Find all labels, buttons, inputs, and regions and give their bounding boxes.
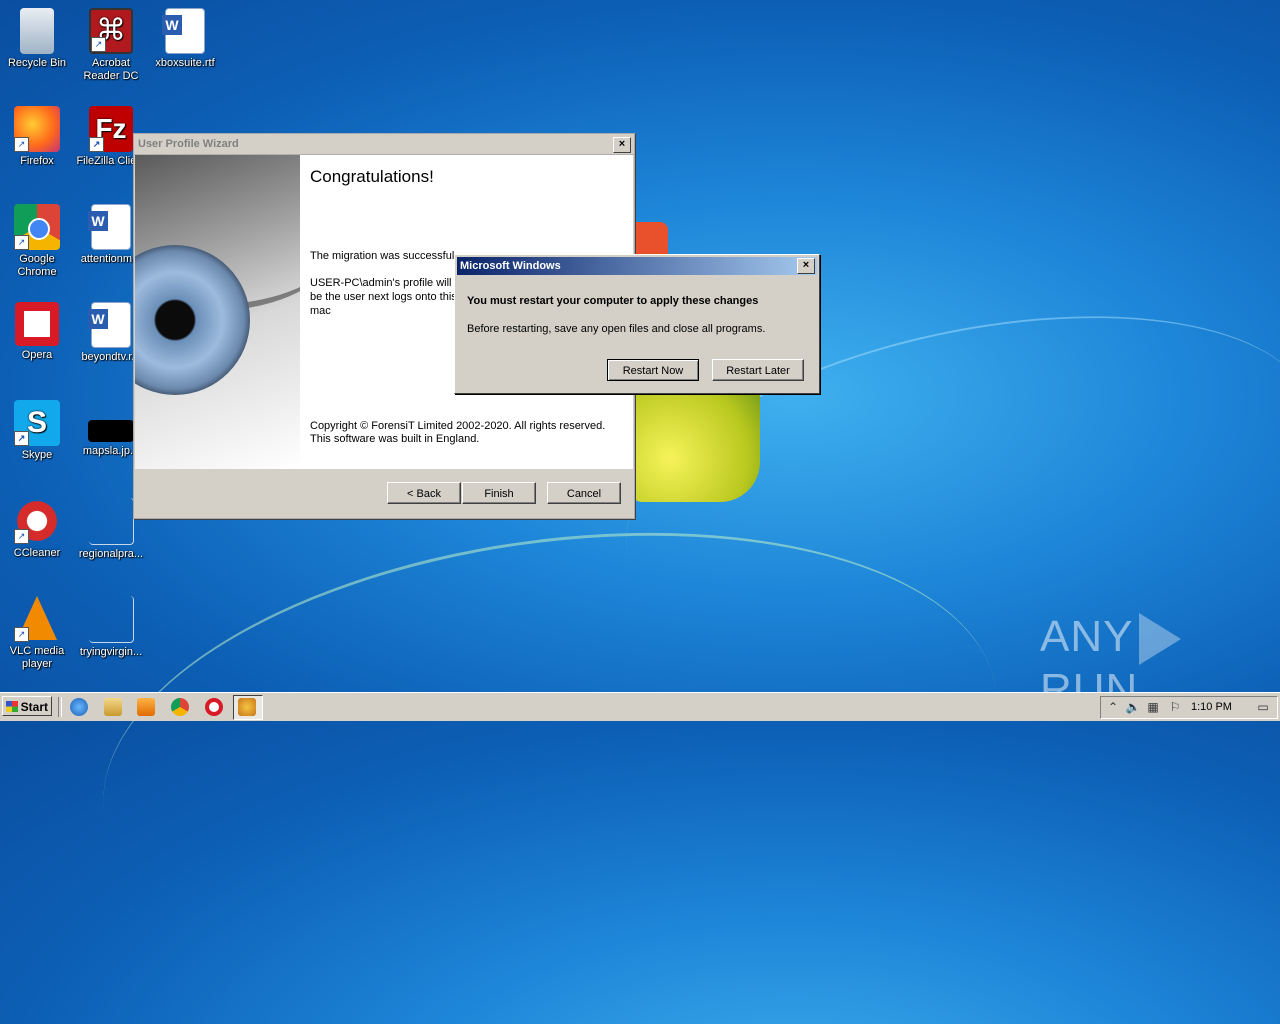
taskbar-separator (58, 697, 62, 717)
internet-explorer-icon[interactable] (70, 698, 88, 716)
desktop-icon-firefox[interactable]: ↗ Firefox (0, 106, 74, 168)
recycle-bin-icon (20, 8, 54, 54)
desktop-icon-label: Google Chrome (17, 253, 57, 278)
dialog-titlebar[interactable]: Microsoft Windows × (457, 257, 817, 275)
image-file-icon (88, 420, 134, 442)
desktop-icon-recycle-bin[interactable]: Recycle Bin (0, 8, 74, 70)
wizard-app-icon (238, 698, 256, 716)
explorer-folder-icon[interactable] (104, 698, 122, 716)
desktop-icon-label: tryingvirgin... (79, 646, 143, 658)
opera-icon[interactable] (205, 698, 223, 716)
blank-file-icon (88, 498, 134, 545)
restart-now-button[interactable]: Restart Now (607, 359, 699, 381)
wizard-close-button[interactable]: × (613, 137, 631, 153)
dialog-body: Before restarting, save any open files a… (467, 323, 766, 335)
show-hidden-icons-icon[interactable]: ⌃ (1105, 699, 1121, 715)
volume-icon[interactable]: 🔈 (1125, 699, 1141, 715)
filezilla-icon: Fz ↗ (89, 106, 133, 152)
wizard-titlebar[interactable]: User Profile Wizard × (134, 134, 634, 155)
wizard-profile-message: USER-PC\admin's profile will be the user… (310, 277, 457, 317)
watermark-left: ANY (1040, 612, 1134, 661)
desktop-icon-label: VLC media player (9, 645, 65, 670)
dialog-title: Microsoft Windows (460, 260, 561, 272)
blank-file-icon (88, 596, 134, 643)
desktop-icon-label: Skype (21, 449, 53, 461)
desktop-icon-label: Firefox (20, 155, 54, 167)
back-button[interactable]: < Back (387, 482, 461, 504)
desktop-icon-xboxsuite[interactable]: W xboxsuite.rtf (148, 8, 222, 70)
desktop-icon-label: CCleaner (13, 547, 61, 559)
start-label: Start (20, 700, 48, 714)
taskbar: Start ⌃ 🔈 ▦ ⚐ 1:10 PM ▭ (0, 692, 1280, 721)
desktop-icon-vlc[interactable]: ↗ VLC media player (0, 596, 74, 671)
start-button[interactable]: Start (2, 696, 52, 716)
dialog-heading: You must restart your computer to apply … (467, 295, 759, 307)
firefox-icon: ↗ (14, 106, 60, 152)
restart-later-button[interactable]: Restart Later (712, 359, 804, 381)
system-tray: ⌃ 🔈 ▦ ⚐ 1:10 PM ▭ (1100, 696, 1278, 719)
chrome-icon: ↗ (14, 204, 60, 250)
built-in-line: This software was built in England. (310, 433, 480, 445)
network-icon[interactable]: ▦ (1145, 699, 1161, 715)
restart-dialog: Microsoft Windows × You must restart you… (454, 254, 820, 394)
word-document-icon: W (88, 204, 131, 250)
chrome-icon[interactable] (171, 698, 189, 716)
taskbar-wizard-button[interactable] (233, 695, 263, 720)
wizard-message: The migration was successful. (310, 250, 458, 262)
desktop-icon-tryingvirgin[interactable]: tryingvirgin... (74, 596, 148, 659)
desktop-icon-label: regionalpra... (78, 548, 144, 560)
eye-image (135, 155, 300, 469)
windows-flag-icon (6, 701, 18, 712)
media-player-icon[interactable] (137, 698, 155, 716)
word-document-icon: W (88, 302, 131, 348)
desktop-icon-ccleaner[interactable]: ↗ CCleaner (0, 498, 74, 560)
dialog-close-button[interactable]: × (797, 258, 815, 274)
show-desktop-icon[interactable]: ▭ (1255, 699, 1271, 715)
desktop-icon-opera[interactable]: Opera (0, 302, 74, 362)
desktop-icon-label: xboxsuite.rtf (155, 57, 215, 69)
desktop-icon-label: Acrobat Reader DC (83, 57, 139, 82)
skype-icon: S ↗ (14, 400, 60, 446)
desktop-icon-skype[interactable]: S ↗ Skype (0, 400, 74, 462)
play-icon (1139, 613, 1182, 666)
opera-icon (15, 302, 59, 346)
copyright-line: Copyright © ForensiT Limited 2002-2020. … (310, 420, 606, 432)
acrobat-icon: ⌘ ↗ (89, 8, 133, 54)
action-center-flag-icon[interactable]: ⚐ (1167, 699, 1183, 715)
desktop-icon-label: Opera (21, 349, 53, 361)
wizard-copyright: Copyright © ForensiT Limited 2002-2020. … (310, 420, 605, 446)
desktop-icon-acrobat[interactable]: ⌘ ↗ Acrobat Reader DC (74, 8, 148, 83)
ccleaner-icon: ↗ (14, 498, 60, 544)
clock[interactable]: 1:10 PM (1191, 697, 1232, 718)
desktop-icon-chrome[interactable]: ↗ Google Chrome (0, 204, 74, 279)
finish-button[interactable]: Finish (462, 482, 536, 504)
vlc-icon: ↗ (14, 596, 60, 642)
wizard-heading: Congratulations! (310, 167, 434, 186)
wizard-title: User Profile Wizard (138, 138, 239, 150)
desktop-icon-label: Recycle Bin (7, 57, 67, 69)
cancel-button[interactable]: Cancel (547, 482, 621, 504)
word-document-icon: W (162, 8, 205, 54)
